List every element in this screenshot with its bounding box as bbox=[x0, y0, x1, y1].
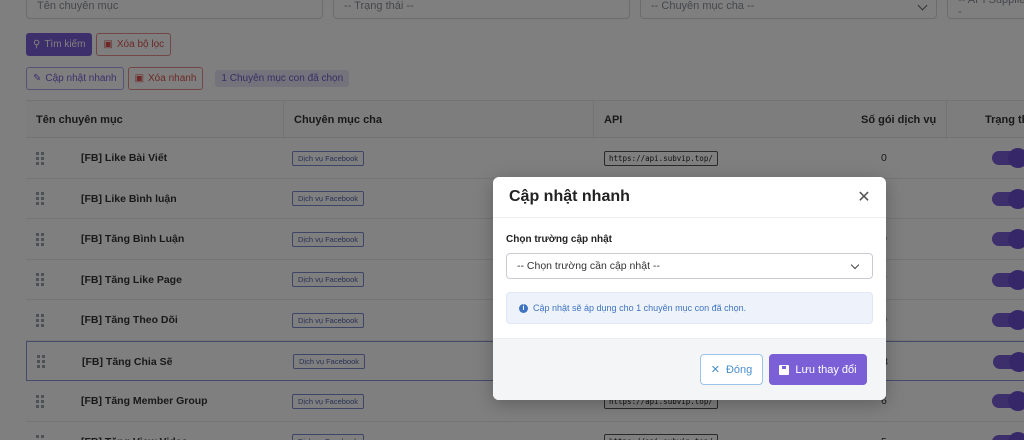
quick-update-modal: Cập nhật nhanh ✕ Chọn trường cập nhật --… bbox=[493, 177, 886, 400]
info-icon: i bbox=[519, 303, 528, 313]
modal-title: Cập nhật nhanh bbox=[509, 188, 630, 205]
save-icon bbox=[779, 364, 790, 375]
close-icon: ✕ bbox=[710, 364, 720, 376]
modal-header: Cập nhật nhanh ✕ bbox=[493, 177, 886, 218]
update-field-select[interactable]: -- Chọn trường cần cập nhật -- bbox=[506, 253, 873, 279]
field-label: Chọn trường cập nhật bbox=[506, 234, 613, 245]
save-button[interactable]: Lưu thay đổi bbox=[769, 354, 867, 385]
modal-body: Chọn trường cập nhật -- Chọn trường cần … bbox=[493, 218, 886, 338]
close-button[interactable]: ✕ Đóng bbox=[700, 354, 763, 385]
chevron-down-icon bbox=[850, 260, 860, 270]
modal-footer: ✕ Đóng Lưu thay đổi bbox=[493, 338, 886, 400]
close-icon[interactable]: ✕ bbox=[854, 187, 874, 207]
info-alert: i Cập nhật sẽ áp dụng cho 1 chuyên mục c… bbox=[506, 292, 873, 324]
